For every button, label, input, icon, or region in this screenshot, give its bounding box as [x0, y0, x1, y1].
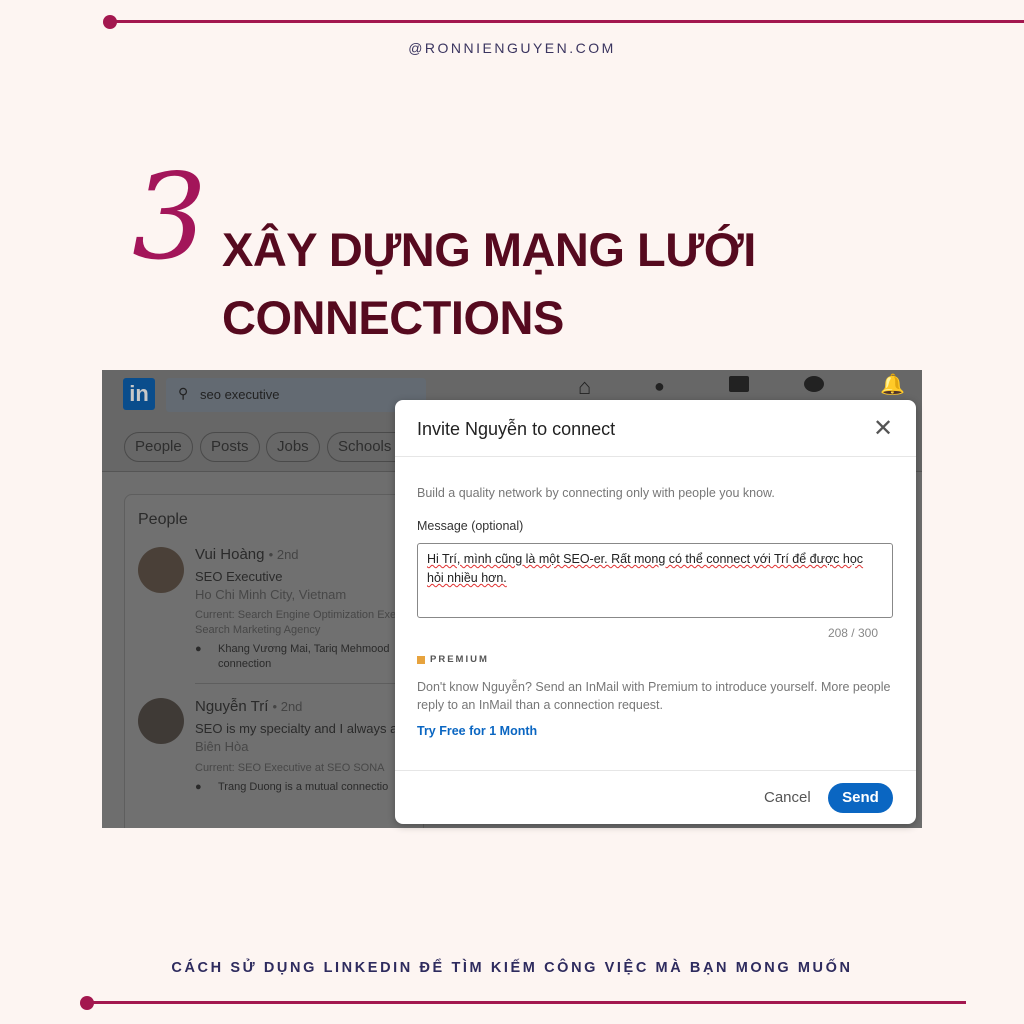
mutual-connections-2: connection — [218, 658, 272, 670]
person-headline: SEO Executive — [195, 569, 283, 584]
person-name[interactable]: Nguyễn Trí — [195, 698, 268, 715]
cancel-button[interactable]: Cancel — [764, 789, 811, 806]
mutual-icon: ● — [195, 643, 202, 655]
top-divider — [110, 20, 1024, 23]
premium-icon — [417, 656, 425, 664]
jobs-icon[interactable] — [729, 376, 749, 392]
message-label: Message (optional) — [417, 519, 524, 533]
try-premium-link[interactable]: Try Free for 1 Month — [417, 724, 537, 738]
degree-badge: • 2nd — [272, 699, 303, 714]
network-icon[interactable]: ● — [654, 376, 665, 397]
premium-text: Don't know Nguyễn? Send an InMail with P… — [417, 680, 891, 712]
site-handle: @RONNIENGUYEN.COM — [408, 40, 616, 56]
divider — [195, 683, 425, 684]
avatar[interactable] — [138, 698, 184, 744]
person-current-2: Search Marketing Agency — [195, 624, 321, 636]
person-location: Ho Chi Minh City, Vietnam — [195, 587, 347, 602]
person-headline: SEO is my specialty and I always ai — [195, 721, 401, 736]
mutual-connections: Trang Duong is a mutual connectio — [218, 781, 389, 793]
person-current: Current: SEO Executive at SEO SONA — [195, 762, 385, 774]
search-bar[interactable]: ⚲ seo executive — [166, 378, 426, 412]
invite-modal: Invite Nguyễn to connect ✕ Build a quali… — [395, 400, 916, 824]
mutual-icon: ● — [195, 781, 202, 793]
header-divider — [395, 456, 916, 457]
filter-posts[interactable]: Posts — [200, 432, 260, 462]
mutual-connections: Khang Vương Mai, Tariq Mehmood — [218, 643, 390, 655]
bottom-divider — [86, 1001, 966, 1004]
close-icon[interactable]: ✕ — [873, 414, 893, 443]
filter-people[interactable]: People — [124, 432, 193, 462]
intro-text: Build a quality network by connecting on… — [417, 486, 775, 500]
filter-jobs[interactable]: Jobs — [266, 432, 320, 462]
footer-caption: CÁCH SỬ DỤNG LINKEDIN ĐỂ TÌM KIẾM CÔNG V… — [171, 960, 853, 976]
filter-schools[interactable]: Schools — [327, 432, 402, 462]
avatar[interactable] — [138, 547, 184, 593]
message-textarea[interactable]: Hi Trí, mình cũng là một SEO-er. Rất mon… — [417, 543, 893, 618]
premium-label: PREMIUM — [430, 654, 489, 665]
people-card — [124, 494, 424, 828]
home-icon[interactable]: ⌂ — [578, 374, 591, 400]
degree-badge: • 2nd — [268, 547, 299, 562]
person-location: Biên Hòa — [195, 739, 249, 754]
notifications-icon[interactable]: 🔔 — [880, 372, 905, 397]
title-line-1: XÂY DỰNG MẠNG LƯỚI — [222, 223, 756, 276]
char-count: 208 / 300 — [827, 626, 878, 640]
step-number: 3 — [132, 148, 208, 286]
footer-divider — [395, 770, 916, 771]
section-title: People — [138, 511, 188, 528]
search-icon: ⚲ — [178, 385, 189, 401]
search-input[interactable]: seo executive — [200, 387, 280, 402]
messaging-icon[interactable] — [804, 376, 824, 392]
send-button[interactable]: Send — [828, 783, 893, 813]
modal-title: Invite Nguyễn to connect — [417, 419, 616, 439]
linkedin-logo[interactable]: in — [123, 378, 155, 410]
person-name[interactable]: Vui Hoàng — [195, 546, 265, 563]
person-current: Current: Search Engine Optimization Exe — [195, 609, 397, 621]
title-line-2: CONNECTIONS — [222, 291, 564, 344]
